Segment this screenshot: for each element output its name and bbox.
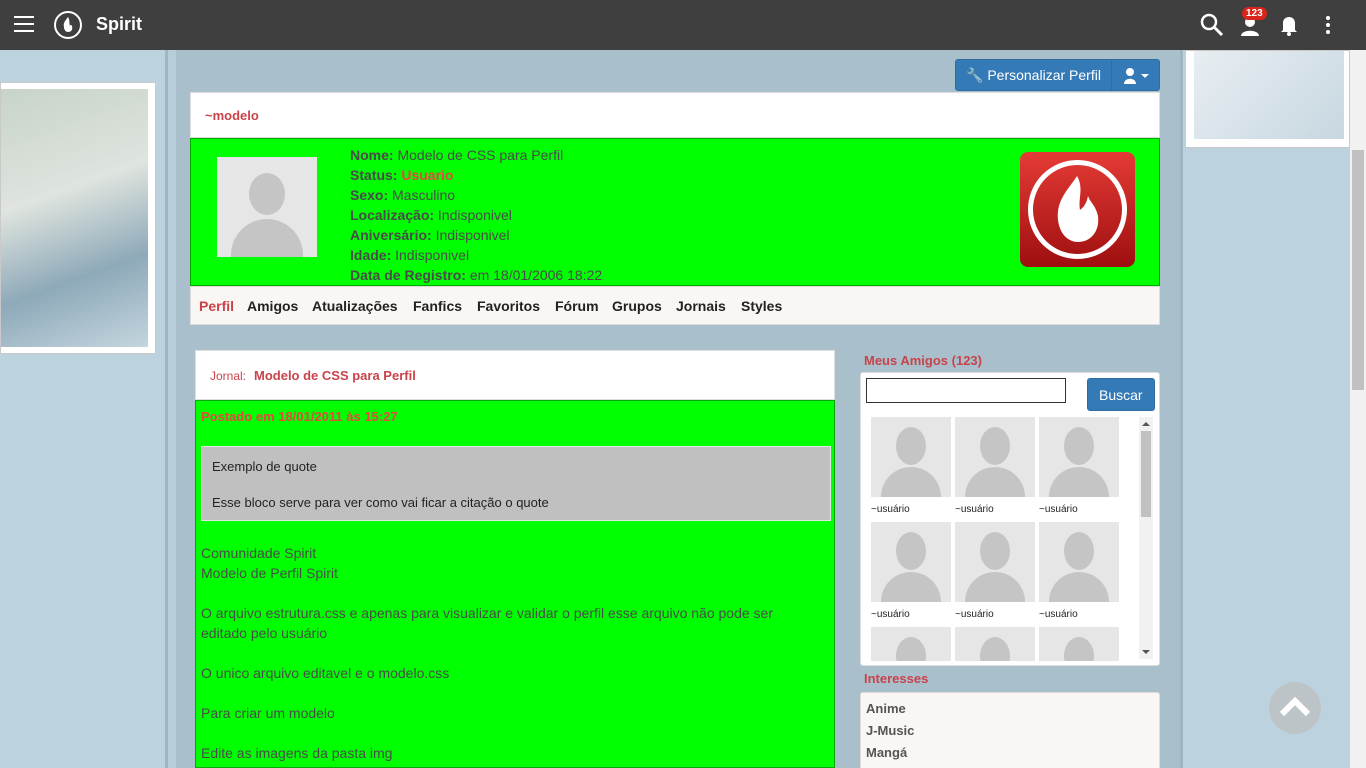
friend-item[interactable]: ~usuário [955, 522, 1035, 622]
journal-label: Jornal: [210, 369, 247, 383]
friend-item[interactable] [955, 627, 1035, 661]
tab-perfil[interactable]: Perfil [199, 298, 234, 314]
friend-avatar [871, 627, 951, 661]
profile-info-list: Nome: Modelo de CSS para Perfil Status: … [350, 145, 602, 285]
scrollbar-thumb[interactable] [1352, 150, 1364, 390]
right-background-photo [1185, 50, 1350, 148]
friend-name: ~usuário [1039, 504, 1078, 515]
friend-avatar [871, 417, 951, 497]
menu-icon[interactable] [14, 16, 34, 34]
interest-item[interactable]: Anime [866, 701, 906, 716]
friend-name: ~usuário [955, 504, 994, 515]
friend-name: ~usuário [955, 609, 994, 620]
scroll-up-icon[interactable] [1139, 419, 1153, 429]
friend-avatar [871, 522, 951, 602]
friend-name: ~usuário [871, 609, 910, 620]
wrench-icon: 🔧 [966, 67, 984, 83]
interests-title: Interesses [864, 671, 929, 686]
user-menu-button[interactable] [1111, 59, 1160, 91]
friend-item[interactable]: ~usuário [1039, 417, 1119, 517]
friend-name: ~usuário [1039, 609, 1078, 620]
top-bar: Spirit 123 [0, 0, 1366, 50]
tab-grupos[interactable]: Grupos [612, 298, 662, 314]
info-birthday: Aniversário: Indisponivel [350, 227, 510, 243]
journal-body: Postado em 18/01/2011 às 15:27 Exemplo d… [195, 400, 835, 768]
friends-grid: ~usuário ~usuário ~usuário ~usuário ~usu… [871, 417, 1141, 661]
info-gender: Sexo: Masculino [350, 187, 456, 203]
customize-profile-label: Personalizar Perfil [987, 67, 1101, 83]
spirit-logo-icon[interactable] [54, 11, 82, 39]
back-to-top-button[interactable] [1269, 682, 1321, 734]
tab-amigos[interactable]: Amigos [247, 298, 298, 314]
friend-avatar [955, 627, 1035, 661]
interest-item[interactable]: J-Music [866, 723, 914, 738]
friend-item[interactable]: ~usuário [1039, 522, 1119, 622]
brand-name[interactable]: Spirit [96, 14, 142, 35]
scroll-down-icon[interactable] [1139, 647, 1153, 657]
spirit-flame-icon [1020, 152, 1135, 267]
info-name: Nome: Modelo de CSS para Perfil [350, 147, 564, 163]
friend-avatar [955, 522, 1035, 602]
friend-item[interactable]: ~usuário [955, 417, 1035, 517]
right-decoration-panel [1180, 50, 1350, 768]
friend-avatar [955, 417, 1035, 497]
info-age: Idade: Indisponivel [350, 247, 470, 263]
profile-info-box: Nome: Modelo de CSS para Perfil Status: … [190, 138, 1160, 286]
tab-styles[interactable]: Styles [741, 298, 782, 314]
friends-search-button[interactable]: Buscar [1087, 378, 1155, 411]
customize-profile-button[interactable]: 🔧 Personalizar Perfil [955, 59, 1112, 91]
friend-item[interactable] [871, 627, 951, 661]
friends-scrollbar[interactable] [1139, 417, 1153, 659]
bell-icon[interactable] [1276, 12, 1302, 38]
journal-quote: Exemplo de quote Esse bloco serve para v… [201, 446, 831, 521]
friend-item[interactable] [1039, 627, 1119, 661]
chevron-up-icon [1279, 696, 1311, 717]
friend-avatar [1039, 627, 1119, 661]
interest-item[interactable]: Mangá [866, 745, 907, 760]
info-location: Localização: Indisponivel [350, 207, 512, 223]
tab-forum[interactable]: Fórum [555, 298, 599, 314]
friends-box: Buscar ~usuário ~usuário ~usuário ~usuár… [860, 372, 1160, 666]
search-icon[interactable] [1199, 12, 1225, 38]
journal-header: Jornal: Modelo de CSS para Perfil [195, 350, 835, 400]
more-vertical-icon[interactable] [1315, 12, 1341, 38]
left-background-photo [0, 82, 156, 354]
friend-name: ~usuário [871, 504, 910, 515]
friends-scrollbar-thumb[interactable] [1141, 431, 1151, 517]
quote-line-2: Esse bloco serve para ver como vai ficar… [212, 495, 549, 510]
info-registered: Data de Registro: em 18/01/2006 18:22 [350, 267, 603, 283]
journal-text: Comunidade Spirit Modelo de Perfil Spiri… [201, 545, 773, 761]
friend-item[interactable]: ~usuário [871, 417, 951, 517]
avatar [217, 157, 317, 257]
friends-search-input[interactable] [866, 378, 1066, 403]
profile-tabs: Perfil Amigos Atualizações Fanfics Favor… [190, 286, 1160, 325]
interests-box: Anime J-Music Mangá [860, 692, 1160, 768]
tab-favoritos[interactable]: Favoritos [477, 298, 540, 314]
friend-avatar [1039, 417, 1119, 497]
friend-item[interactable]: ~usuário [871, 522, 951, 622]
profile-username-bar: ~modelo [190, 92, 1160, 138]
friends-title[interactable]: Meus Amigos (123) [864, 353, 982, 368]
tab-fanfics[interactable]: Fanfics [413, 298, 462, 314]
friend-avatar [1039, 522, 1119, 602]
user-dropdown-icon [1124, 68, 1149, 84]
person-photo [1194, 51, 1344, 139]
journal-posted-date: Postado em 18/01/2011 às 15:27 [201, 409, 398, 424]
page-scrollbar[interactable] [1350, 50, 1366, 768]
profile-username: ~modelo [205, 108, 259, 123]
tab-atualizacoes[interactable]: Atualizações [312, 298, 398, 314]
person-photo [1, 89, 148, 347]
tab-jornais[interactable]: Jornais [676, 298, 726, 314]
journal-title[interactable]: Modelo de CSS para Perfil [254, 368, 416, 383]
notification-badge: 123 [1242, 7, 1267, 20]
quote-line-1: Exemplo de quote [212, 459, 317, 474]
info-status: Status: Usuario [350, 167, 454, 183]
